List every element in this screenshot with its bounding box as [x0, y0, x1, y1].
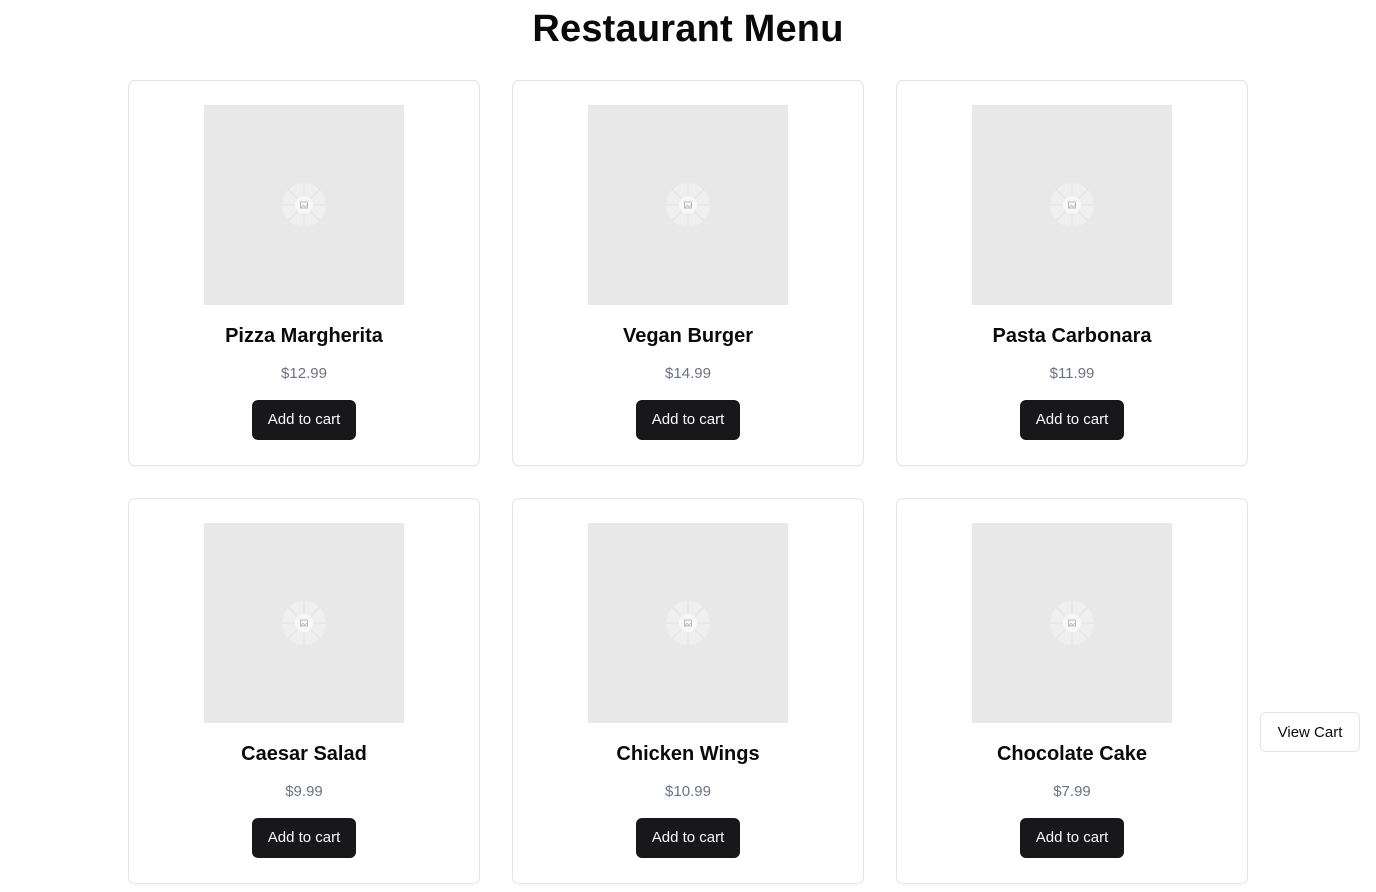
- menu-item-card: Chocolate Cake $7.99 Add to cart: [896, 498, 1248, 884]
- image-placeholder-icon: [280, 599, 328, 647]
- add-to-cart-button[interactable]: Add to cart: [635, 818, 741, 858]
- add-to-cart-button[interactable]: Add to cart: [635, 400, 741, 440]
- add-to-cart-button[interactable]: Add to cart: [251, 400, 357, 440]
- image-placeholder-icon: [1048, 181, 1096, 229]
- item-image: [204, 523, 404, 723]
- item-name: Vegan Burger: [622, 325, 754, 347]
- menu-item-card: Pasta Carbonara $11.99 Add to cart: [896, 80, 1248, 466]
- add-to-cart-button[interactable]: Add to cart: [1019, 400, 1125, 440]
- menu-item-card: Vegan Burger $14.99 Add to cart: [512, 80, 864, 466]
- item-name: Chicken Wings: [616, 743, 760, 765]
- image-placeholder-icon: [280, 181, 328, 229]
- item-name: Chocolate Cake: [996, 743, 1148, 765]
- view-cart-button[interactable]: View Cart: [1260, 712, 1360, 752]
- item-price: $9.99: [285, 783, 323, 800]
- page-title: Restaurant Menu: [532, 8, 844, 50]
- item-image: [588, 105, 788, 305]
- item-image: [972, 105, 1172, 305]
- item-image: [972, 523, 1172, 723]
- menu-grid: Pizza Margherita $12.99 Add to cart Vega…: [128, 80, 1248, 884]
- item-image: [204, 105, 404, 305]
- menu-item-card: Chicken Wings $10.99 Add to cart: [512, 498, 864, 884]
- image-placeholder-icon: [664, 599, 712, 647]
- item-image: [588, 523, 788, 723]
- menu-item-card: Caesar Salad $9.99 Add to cart: [128, 498, 480, 884]
- add-to-cart-button[interactable]: Add to cart: [1019, 818, 1125, 858]
- item-name: Pasta Carbonara: [992, 325, 1152, 347]
- image-placeholder-icon: [664, 181, 712, 229]
- item-price: $10.99: [665, 783, 711, 800]
- image-placeholder-icon: [1048, 599, 1096, 647]
- item-price: $12.99: [281, 365, 327, 382]
- item-name: Caesar Salad: [241, 743, 367, 765]
- item-price: $14.99: [665, 365, 711, 382]
- item-name: Pizza Margherita: [225, 325, 383, 347]
- add-to-cart-button[interactable]: Add to cart: [251, 818, 357, 858]
- item-price: $11.99: [1049, 365, 1095, 382]
- menu-item-card: Pizza Margherita $12.99 Add to cart: [128, 80, 480, 466]
- item-price: $7.99: [1053, 783, 1091, 800]
